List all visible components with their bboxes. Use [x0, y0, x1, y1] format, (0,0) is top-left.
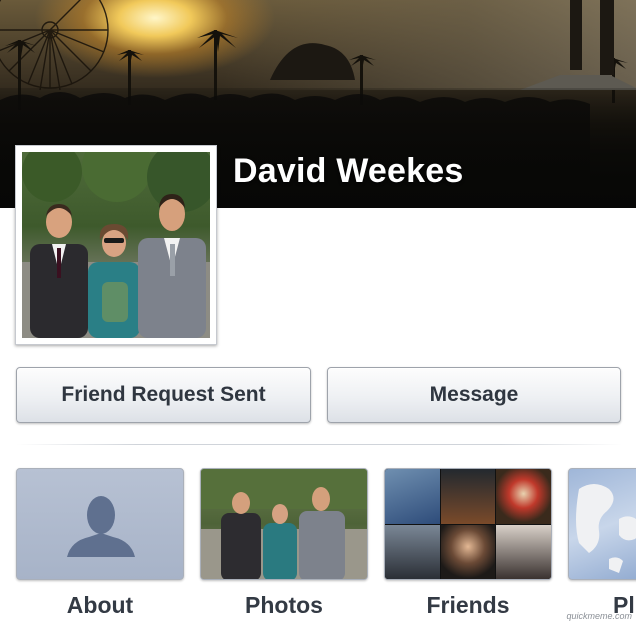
places-tile[interactable] [568, 468, 636, 580]
message-button[interactable]: Message [327, 367, 621, 423]
profile-picture[interactable] [15, 145, 217, 345]
friend-request-sent-label: Friend Request Sent [61, 383, 266, 406]
watermark: quickmeme.com [566, 611, 632, 621]
person-silhouette-icon [67, 496, 135, 557]
friend-thumb [385, 524, 440, 579]
friend-thumb [385, 469, 440, 524]
about-label[interactable]: About [16, 592, 184, 620]
message-label: Message [429, 383, 519, 406]
friends-label[interactable]: Friends [384, 592, 552, 620]
friend-thumb [496, 469, 551, 524]
stage-structures [270, 0, 636, 90]
friend-thumb [496, 524, 551, 579]
profile-photo-image [22, 152, 210, 338]
photos-thumbnail [201, 469, 367, 579]
photos-label[interactable]: Photos [200, 592, 368, 620]
map-thumbnail [576, 484, 636, 573]
friend-request-sent-button[interactable]: Friend Request Sent [16, 367, 311, 423]
friend-thumb [440, 469, 496, 524]
profile-photo-people [22, 152, 210, 338]
friend-thumb [440, 524, 496, 579]
profile-name[interactable]: David Weekes [233, 152, 463, 191]
friends-tile[interactable] [384, 468, 552, 580]
photos-tile[interactable] [200, 468, 368, 580]
section-divider [16, 444, 622, 445]
friends-collage [385, 469, 551, 579]
about-tile[interactable] [16, 468, 184, 580]
